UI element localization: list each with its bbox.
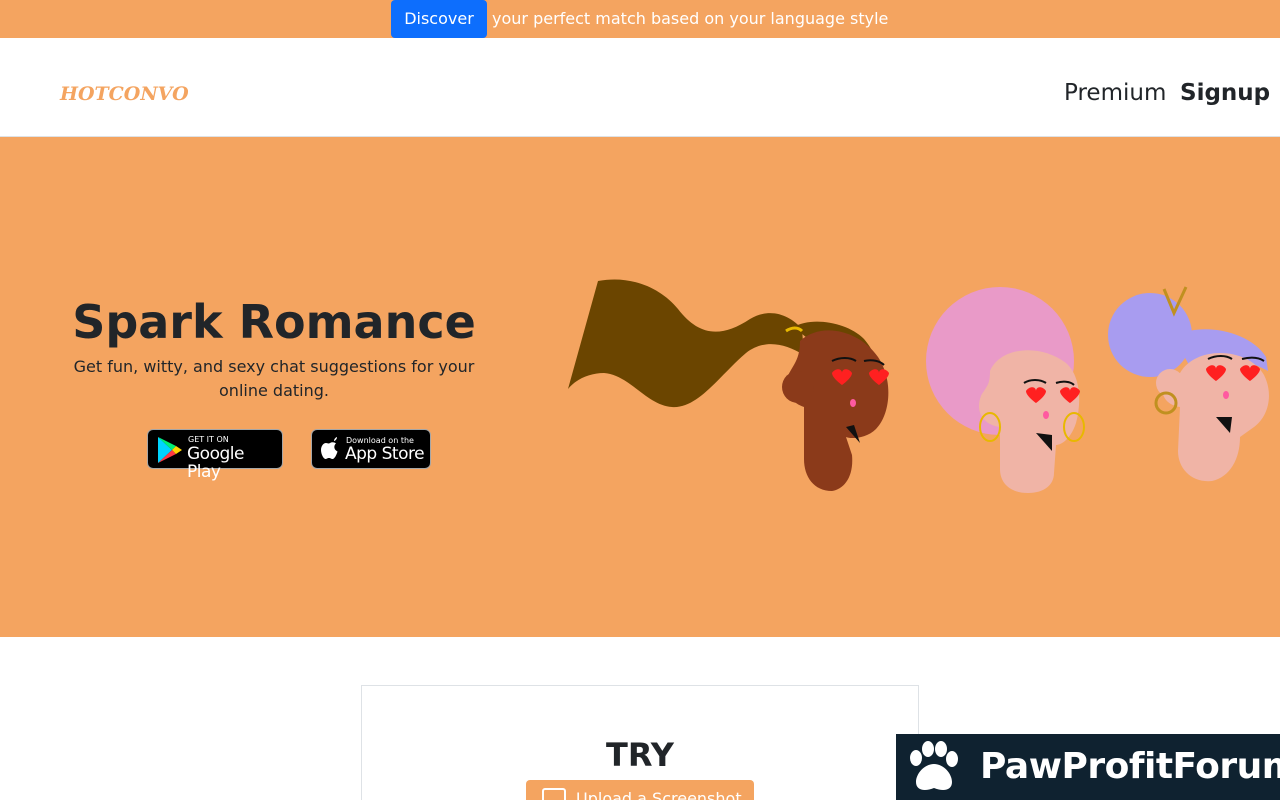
try-title: TRY (606, 736, 674, 774)
discover-button[interactable]: Discover (391, 0, 487, 38)
image-upload-icon (542, 788, 566, 800)
paw-icon (910, 741, 958, 790)
face-lavender-bun (1108, 286, 1269, 482)
apple-icon (321, 437, 338, 459)
try-card: TRY Upload a Screenshot (361, 685, 919, 800)
announcement-text: your perfect match based on your languag… (492, 9, 889, 28)
hero-subtitle: Get fun, witty, and sexy chat suggestion… (73, 357, 475, 400)
nav-premium-link[interactable]: Premium (1064, 80, 1166, 106)
hero-title: Spark Romance (72, 295, 476, 349)
google-play-small-text: GET IT ON (188, 435, 229, 444)
hero-section: Spark Romance Get fun, witty, and sexy c… (0, 137, 1280, 637)
hero-illustration (568, 279, 1269, 493)
upload-screenshot-button[interactable]: Upload a Screenshot (526, 780, 754, 800)
face-pink-afro (926, 287, 1085, 493)
watermark-text: PawProfitForum (980, 746, 1280, 787)
google-play-big-text: Google Play (187, 444, 244, 482)
app-store-button[interactable]: Download on the App Store (311, 429, 431, 469)
nav-signup-link[interactable]: Signup (1180, 80, 1270, 106)
google-play-icon (158, 437, 182, 463)
watermark-banner: PawProfitForum (896, 734, 1280, 800)
brand-logo[interactable]: HOTCONVO (60, 83, 189, 105)
navbar: HOTCONVO Premium Signup (0, 38, 1280, 137)
announcement-bar: Discover your perfect match based on you… (0, 0, 1280, 38)
app-store-big-text: App Store (345, 444, 425, 464)
face-ponytail (568, 279, 889, 491)
upload-screenshot-label: Upload a Screenshot (576, 789, 742, 800)
google-play-button[interactable]: GET IT ON Google Play (147, 429, 283, 481)
